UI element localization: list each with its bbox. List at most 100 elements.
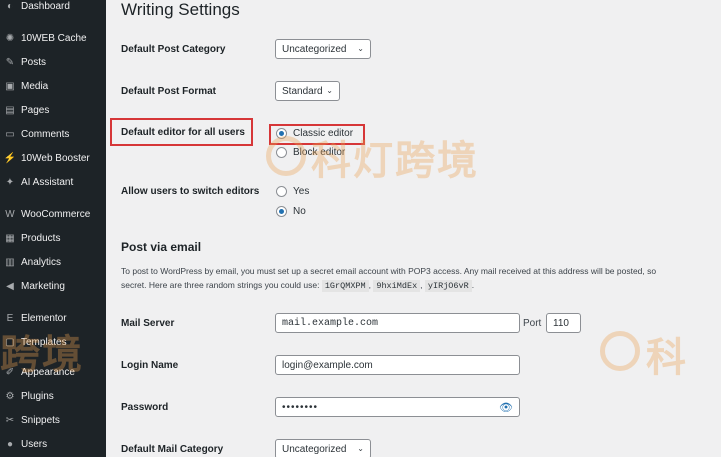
switch-editors-label: Allow users to switch editors bbox=[121, 186, 260, 197]
sidebar-item-posts[interactable]: ✎ Posts bbox=[0, 51, 106, 73]
email-description-line1: To post to WordPress by email, you must … bbox=[121, 266, 657, 276]
pin-icon: ✎ bbox=[5, 56, 15, 68]
port-input[interactable]: 110 bbox=[546, 313, 581, 333]
post-via-email-title: Post via email bbox=[121, 240, 202, 254]
port-label: Port bbox=[523, 318, 542, 329]
eye-icon[interactable]: 👁 bbox=[499, 401, 513, 414]
plugins-icon: ⚙ bbox=[5, 390, 15, 402]
sidebar-item-users[interactable]: ● Users bbox=[0, 433, 106, 455]
sidebar-item-label: Analytics bbox=[21, 256, 62, 268]
sidebar-item-label: Products bbox=[21, 232, 61, 244]
templates-icon: ▢ bbox=[5, 336, 15, 348]
sidebar-item-elementor[interactable]: E Elementor bbox=[0, 307, 106, 329]
sidebar-item-media[interactable]: ▣ Media bbox=[0, 75, 106, 97]
default-category-select[interactable]: Uncategorized ⌄ bbox=[275, 39, 371, 59]
password-label: Password bbox=[121, 402, 169, 413]
radio-yes[interactable] bbox=[276, 186, 287, 197]
sidebar-item-pages[interactable]: ▤ Pages bbox=[0, 99, 106, 121]
cache-icon: ✺ bbox=[5, 32, 15, 44]
sidebar-item-dashboard[interactable]: ◐ Dashboard bbox=[0, 0, 106, 17]
switch-option-no[interactable]: No bbox=[276, 206, 306, 217]
sidebar-item-label: Posts bbox=[21, 56, 47, 68]
random-string-1: 1GrQMXPM bbox=[321, 280, 369, 292]
sidebar-item-10web-cache[interactable]: ✺ 10WEB Cache bbox=[0, 27, 106, 49]
sidebar-item-comments[interactable]: ▭ Comments bbox=[0, 123, 106, 145]
elementor-icon: E bbox=[6, 312, 14, 324]
mail-category-select[interactable]: Uncategorized ⌄ bbox=[275, 439, 371, 457]
sidebar-item-analytics[interactable]: ▥ Analytics bbox=[0, 251, 106, 273]
email-description-prefix: secret. Here are three random strings yo… bbox=[121, 280, 320, 290]
watermark-logo bbox=[266, 136, 306, 176]
sidebar-item-label: Media bbox=[21, 80, 49, 92]
chevron-down-icon: ⌄ bbox=[326, 86, 333, 95]
login-name-input[interactable]: login@example.com bbox=[275, 355, 520, 375]
sidebar-item-marketing[interactable]: ◀ Marketing bbox=[0, 275, 106, 297]
password-value: •••••••• bbox=[282, 401, 319, 413]
snippets-icon: ✂ bbox=[5, 414, 15, 426]
analytics-icon: ▥ bbox=[5, 256, 15, 268]
port-value: 110 bbox=[553, 317, 569, 329]
sidebar-item-plugins[interactable]: ⚙ Plugins bbox=[0, 385, 106, 407]
dashboard-icon: ◐ bbox=[6, 0, 14, 12]
admin-sidebar: ◐ Dashboard ✺ 10WEB Cache ✎ Posts ▣ Media ▤ Pages… bbox=[0, 0, 106, 457]
sidebar-item-templates[interactable]: ▢ Templates bbox=[0, 331, 106, 353]
sidebar-item-snippets[interactable]: ✂ Snippets bbox=[0, 409, 106, 431]
default-format-label: Default Post Format bbox=[121, 86, 217, 97]
default-format-value: Standard bbox=[282, 85, 323, 97]
mail-server-input[interactable]: mail.example.com bbox=[275, 313, 520, 333]
sidebar-item-label: WooCommerce bbox=[21, 208, 91, 220]
radio-no[interactable] bbox=[276, 206, 287, 217]
sidebar-item-label: Comments bbox=[21, 128, 70, 140]
sidebar-item-label: 10Web Booster bbox=[21, 152, 90, 164]
sidebar-item-label: Plugins bbox=[21, 390, 54, 402]
email-description-line2: secret. Here are three random strings yo… bbox=[121, 280, 475, 292]
password-input[interactable]: •••••••• 👁 bbox=[275, 397, 520, 417]
chevron-down-icon: ⌄ bbox=[357, 444, 364, 453]
sidebar-item-label: Templates bbox=[21, 336, 67, 348]
users-icon: ● bbox=[6, 438, 14, 450]
default-editor-label: Default editor for all users bbox=[121, 127, 245, 138]
mail-category-label: Default Mail Category bbox=[121, 444, 224, 455]
default-format-select[interactable]: Standard ⌄ bbox=[275, 81, 340, 101]
appearance-icon: ✐ bbox=[5, 366, 15, 378]
media-icon: ▣ bbox=[5, 80, 15, 92]
sidebar-item-appearance[interactable]: ✐ Appearance bbox=[0, 361, 106, 383]
chevron-down-icon: ⌄ bbox=[357, 44, 364, 53]
sidebar-item-label: Snippets bbox=[21, 414, 60, 426]
main-content: Writing Settings Default Post Category U… bbox=[106, 0, 721, 457]
sidebar-item-woocommerce[interactable]: W WooCommerce bbox=[0, 203, 106, 225]
sidebar-item-label: AI Assistant bbox=[21, 176, 74, 188]
editor-option-classic-label: Classic editor bbox=[293, 128, 354, 139]
sidebar-item-10web-booster[interactable]: ⚡ 10Web Booster bbox=[0, 147, 106, 169]
login-name-value: login@example.com bbox=[282, 359, 373, 371]
sidebar-item-label: Appearance bbox=[21, 366, 75, 378]
switch-no-label: No bbox=[293, 206, 306, 217]
page-title: Writing Settings bbox=[121, 0, 240, 19]
sidebar-item-label: Marketing bbox=[21, 280, 65, 292]
ai-icon: ✦ bbox=[5, 176, 15, 188]
sidebar-item-products[interactable]: ▦ Products bbox=[0, 227, 106, 249]
mail-category-value: Uncategorized bbox=[282, 443, 347, 455]
marketing-icon: ◀ bbox=[6, 280, 14, 292]
comments-icon: ▭ bbox=[5, 128, 15, 140]
switch-option-yes[interactable]: Yes bbox=[276, 186, 309, 197]
switch-yes-label: Yes bbox=[293, 186, 310, 197]
products-icon: ▦ bbox=[5, 232, 15, 244]
random-string-2: 9hxiMdEx bbox=[373, 280, 421, 292]
sidebar-item-label: 10WEB Cache bbox=[21, 32, 87, 44]
mail-server-label: Mail Server bbox=[121, 318, 175, 329]
default-category-value: Uncategorized bbox=[282, 43, 347, 55]
sidebar-item-label: Dashboard bbox=[21, 0, 70, 12]
pages-icon: ▤ bbox=[5, 104, 15, 116]
woo-icon: W bbox=[5, 208, 15, 220]
booster-icon: ⚡ bbox=[3, 152, 17, 164]
sidebar-item-label: Elementor bbox=[21, 312, 67, 324]
default-category-label: Default Post Category bbox=[121, 44, 226, 55]
sidebar-item-ai-assistant[interactable]: ✦ AI Assistant bbox=[0, 171, 106, 193]
mail-server-value: mail.example.com bbox=[282, 317, 379, 329]
sidebar-item-label: Users bbox=[21, 438, 48, 450]
watermark-text-right: 科 bbox=[646, 336, 688, 380]
sidebar-item-label: Pages bbox=[21, 104, 50, 116]
random-string-3: yIRjO6vR bbox=[424, 280, 472, 292]
watermark-logo-right bbox=[600, 331, 640, 371]
